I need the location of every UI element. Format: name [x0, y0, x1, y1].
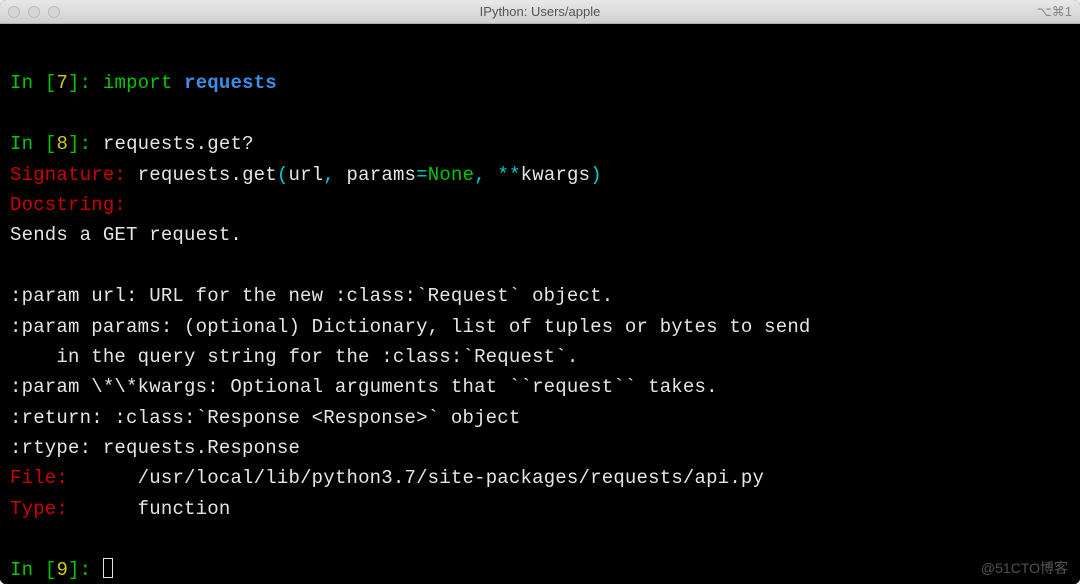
prompt-num: 7 — [56, 72, 68, 94]
doc-text: in the query string for the :class:`Requ… — [10, 346, 579, 368]
minimize-icon[interactable] — [28, 6, 40, 18]
file-path: /usr/local/lib/python3.7/site-packages/r… — [138, 467, 765, 489]
prompt-in: In — [10, 133, 33, 155]
prompt-line: In [7]: import requests — [10, 72, 277, 94]
signature-line: Signature: requests.get(url, params=None… — [10, 164, 602, 186]
terminal-body[interactable]: In [7]: import requests In [8]: requests… — [0, 24, 1080, 584]
prompt-in: In — [10, 559, 33, 581]
shortcut-hint: ⌥⌘1 — [1037, 4, 1072, 20]
watermark: @51CTO博客 — [981, 558, 1068, 578]
doc-text: :param url: URL for the new :class:`Requ… — [10, 285, 613, 307]
doc-text: :rtype: requests.Response — [10, 437, 300, 459]
window-controls — [8, 6, 60, 18]
module-name: requests — [184, 72, 277, 94]
terminal-window: IPython: Users/apple ⌥⌘1 In [7]: import … — [0, 0, 1080, 584]
import-keyword: import — [103, 72, 173, 94]
doc-text: :return: :class:`Response <Response>` ob… — [10, 407, 520, 429]
close-icon[interactable] — [8, 6, 20, 18]
titlebar[interactable]: IPython: Users/apple ⌥⌘1 — [0, 0, 1080, 24]
docstring-label: Docstring: — [10, 194, 126, 216]
file-label: File: — [10, 467, 68, 489]
type-label: Type: — [10, 498, 68, 520]
doc-text: :param params: (optional) Dictionary, li… — [10, 316, 811, 338]
maximize-icon[interactable] — [48, 6, 60, 18]
prompt-line[interactable]: In [9]: — [10, 559, 113, 581]
prompt-in: In — [10, 72, 33, 94]
code-input: requests.get? — [103, 133, 254, 155]
window-title: IPython: Users/apple — [480, 4, 601, 19]
type-value: function — [138, 498, 231, 520]
type-line: Type: function — [10, 498, 230, 520]
prompt-num: 9 — [56, 559, 68, 581]
doc-text: :param \*\*kwargs: Optional arguments th… — [10, 376, 718, 398]
signature-label: Signature: — [10, 164, 126, 186]
file-line: File: /usr/local/lib/python3.7/site-pack… — [10, 467, 764, 489]
prompt-num: 8 — [56, 133, 68, 155]
prompt-line: In [8]: requests.get? — [10, 133, 254, 155]
doc-text: Sends a GET request. — [10, 224, 242, 246]
cursor-icon — [103, 558, 113, 578]
